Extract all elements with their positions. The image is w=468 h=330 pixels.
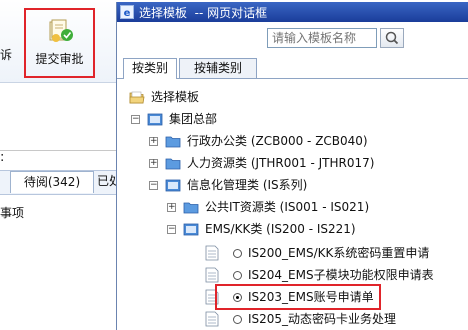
dialog-title: 选择模板 -- 网页对话框 [139, 6, 268, 20]
submit-approval-icon [49, 19, 73, 42]
template-label: IS200_EMS/KK系统密码重置申请 [248, 246, 430, 260]
dialog-titlebar[interactable]: e 选择模板 -- 网页对话框 [117, 2, 468, 22]
svg-text:e: e [124, 8, 131, 19]
tab-pending-reading[interactable]: 待阅(342) [10, 171, 94, 193]
tree-node-label: 信息化管理类 (IS系列) [187, 178, 308, 192]
tab-by-category[interactable]: 按类别 [123, 58, 177, 79]
tree-node-label: 选择模板 [151, 90, 200, 104]
tree-node-label: 行政办公类 (ZCB000 - ZCB040) [187, 134, 368, 148]
folder-icon [165, 136, 181, 148]
submit-approval-button[interactable]: 提交审批 [24, 8, 95, 78]
tree-node-label: 公共IT资源类 (IS001 - IS021) [205, 200, 370, 214]
list-item[interactable]: 事项 [0, 204, 24, 221]
collapse-toggle-icon[interactable]: − [131, 115, 140, 124]
toolbar-partial-label: 诉 [0, 48, 13, 62]
template-label: IS204_EMS子模块功能权限申请表 [248, 268, 434, 282]
search-button[interactable] [380, 28, 404, 48]
ie-window-icon: e [120, 5, 134, 19]
selection-highlight-box [215, 284, 381, 310]
folder-icon [183, 202, 199, 214]
template-radio[interactable] [233, 315, 242, 324]
folder-icon [183, 223, 199, 236]
document-icon [205, 267, 219, 283]
expand-toggle-icon[interactable]: + [149, 159, 158, 168]
collapse-toggle-icon[interactable]: − [167, 225, 176, 234]
folder-icon [147, 113, 163, 126]
expand-toggle-icon[interactable]: + [167, 203, 176, 212]
document-icon [205, 245, 219, 261]
template-search-input[interactable] [267, 28, 377, 48]
expand-toggle-icon[interactable]: + [149, 137, 158, 146]
tree-node-label: 集团总部 [169, 112, 218, 126]
folder-icon [165, 158, 181, 170]
submit-approval-label: 提交审批 [35, 52, 84, 66]
collapse-toggle-icon[interactable]: − [149, 181, 158, 190]
template-radio[interactable] [233, 249, 242, 258]
search-icon [385, 31, 399, 45]
background-app: 诉 提交审批 : 待阅(342) 已处 事项 [0, 0, 121, 330]
folder-icon [165, 179, 181, 192]
select-template-dialog: e 选择模板 -- 网页对话框 按类别 按辅类别 选择模板 − [116, 2, 468, 330]
field-colon: : [0, 150, 5, 165]
tab-by-sub-category[interactable]: 按辅类别 [179, 58, 257, 78]
document-icon [205, 311, 219, 327]
template-label: IS205_动态密码卡业务处理 [248, 312, 397, 326]
template-radio[interactable] [233, 271, 242, 280]
open-folder-icon [129, 91, 145, 104]
dialog-tab-bar: 按类别 按辅类别 [117, 58, 468, 79]
divider [0, 150, 120, 151]
tree-node-label: EMS/KK类 (IS200 - IS221) [205, 222, 356, 236]
tree-node-label: 人力资源类 (JTHR001 - JTHR017) [187, 156, 375, 170]
